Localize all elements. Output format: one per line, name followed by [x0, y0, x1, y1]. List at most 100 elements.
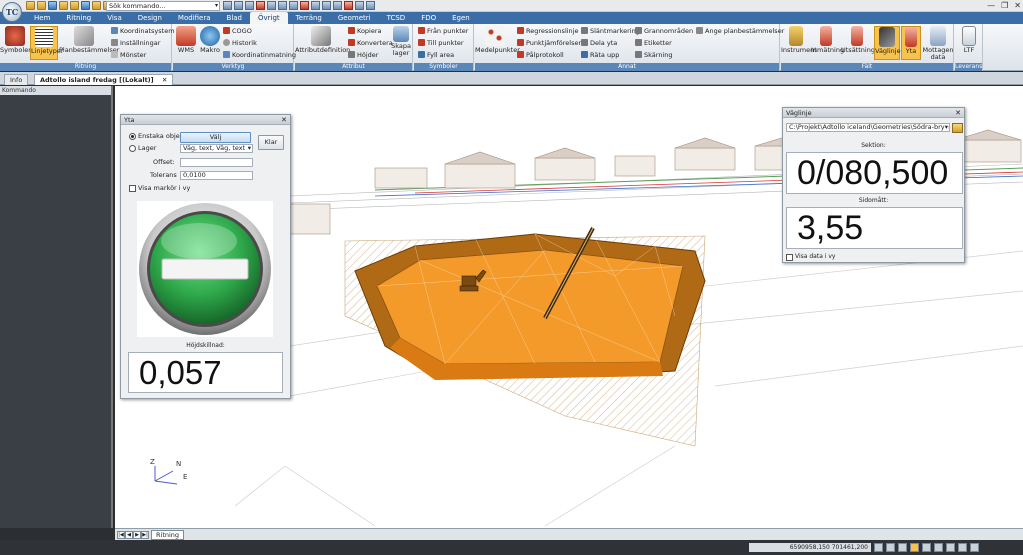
attributdefinition-button[interactable]: Attributdefinition [295, 26, 350, 54]
mottagen-data-button[interactable]: Mottagen data [922, 26, 954, 61]
hojder-button[interactable]: Höjder [348, 51, 378, 59]
settings-icon[interactable] [958, 543, 967, 552]
yta-button[interactable]: Yta [901, 26, 921, 60]
open-icon[interactable] [37, 1, 46, 10]
tab-egen[interactable]: Egen [444, 12, 478, 24]
tab-terrang[interactable]: Terräng [288, 12, 330, 24]
prev-sheet-button[interactable]: ◀ [125, 531, 133, 539]
instrument-button[interactable]: Instrument [781, 26, 817, 54]
redo-icon[interactable] [92, 1, 101, 10]
tab-hem[interactable]: Hem [26, 12, 58, 24]
valj-button[interactable]: Välj [180, 132, 251, 143]
konvertera-button[interactable]: Konvertera [348, 39, 393, 47]
new-icon[interactable] [26, 1, 35, 10]
tab-blad[interactable]: Blad [219, 12, 250, 24]
tool-icon[interactable] [300, 1, 309, 10]
skapa-lager-button[interactable]: Skapa lager [390, 26, 412, 57]
close-panel-icon[interactable]: ✕ [955, 108, 961, 118]
tab-design[interactable]: Design [130, 12, 170, 24]
chevron-down-icon[interactable]: ▾ [215, 2, 218, 10]
ortho-icon[interactable] [898, 543, 907, 552]
makro-button[interactable]: Makro [198, 26, 222, 54]
first-sheet-button[interactable]: |◀ [117, 531, 125, 539]
tool-icon[interactable] [267, 1, 276, 10]
fran-punkter-button[interactable]: Från punkter [418, 27, 468, 35]
tab-info[interactable]: Info [4, 74, 29, 85]
linjetyper-button[interactable]: Linjetyper [30, 26, 64, 60]
grid-toggle-icon[interactable] [886, 543, 895, 552]
tab-fdo[interactable]: FDO [413, 12, 444, 24]
command-search-input[interactable]: Sök kommando... ▾ [106, 1, 220, 11]
lager-select[interactable]: Väg, text, Väg, text ▾ [180, 144, 253, 153]
koordinatsystem-button[interactable]: Koordinatsystem [111, 27, 175, 35]
offset-input[interactable] [180, 158, 253, 167]
historik-button[interactable]: Historik [223, 39, 257, 47]
utsattning-button[interactable]: Utsättning [841, 26, 875, 54]
enstaka-objekt-radio[interactable] [129, 133, 136, 140]
tab-active-drawing[interactable]: Adtollo island fredag [(Lokalt)] ✕ [34, 74, 174, 85]
medelpunkter-button[interactable]: Medelpunkter [475, 26, 520, 54]
grannomraden-button[interactable]: Grannområden [635, 27, 693, 35]
tool-icon[interactable] [289, 1, 298, 10]
undo-icon[interactable] [81, 1, 90, 10]
ange-planbestammelser-button[interactable]: Ange planbestämmelser [696, 27, 784, 35]
tab-geometri[interactable]: Geometri [330, 12, 379, 24]
tool-icon[interactable] [344, 1, 353, 10]
save-icon[interactable] [48, 1, 57, 10]
ltf-button[interactable]: LTF [955, 26, 983, 54]
rata-upp-button[interactable]: Räta upp [581, 51, 619, 59]
save-as-icon[interactable] [59, 1, 68, 10]
till-punkter-button[interactable]: Till punkter [418, 39, 464, 47]
tab-ovrigt[interactable]: Övrigt [250, 12, 288, 24]
tool-icon[interactable] [223, 1, 232, 10]
monster-button[interactable]: Mönster [111, 51, 146, 59]
tool-icon[interactable] [256, 1, 265, 10]
inmatning-button[interactable]: Inmätning [811, 26, 844, 54]
koordinatinmatning-button[interactable]: Koordinatinmatning [223, 51, 296, 59]
folder-icon[interactable] [952, 123, 963, 133]
print-icon[interactable] [70, 1, 79, 10]
tool-icon[interactable] [333, 1, 342, 10]
tab-modifiera[interactable]: Modifiera [170, 12, 219, 24]
display-icon[interactable] [946, 543, 955, 552]
tool-icon[interactable] [234, 1, 243, 10]
polar-icon[interactable] [922, 543, 931, 552]
klar-button[interactable]: Klar [258, 135, 284, 150]
tool-icon[interactable] [322, 1, 331, 10]
track-icon[interactable] [934, 543, 943, 552]
alignment-path-select[interactable]: C:\Projekt\Adtollo iceland\Geometries\Sö… [786, 123, 950, 132]
tab-visa[interactable]: Visa [99, 12, 130, 24]
tab-tcsd[interactable]: TCSD [379, 12, 414, 24]
dela-yta-button[interactable]: Dela yta [581, 39, 617, 47]
visa-markor-checkbox[interactable] [129, 185, 136, 192]
slantmarkering-button[interactable]: Släntmarkering [581, 27, 640, 35]
tool-icon[interactable] [278, 1, 287, 10]
tool-icon[interactable] [245, 1, 254, 10]
wms-button[interactable]: WMS [173, 26, 199, 54]
last-sheet-button[interactable]: ▶| [141, 531, 149, 539]
snap-icon[interactable] [874, 543, 883, 552]
visa-data-checkbox[interactable] [786, 254, 793, 261]
next-sheet-button[interactable]: ▶ [133, 531, 141, 539]
lager-radio[interactable] [129, 145, 136, 152]
tool-icon[interactable] [311, 1, 320, 10]
palprotokoll-button[interactable]: Pålprotokoll [517, 51, 564, 59]
vaglinje-button[interactable]: Väglinje [874, 26, 901, 60]
symboler-button[interactable]: Symboler [0, 26, 31, 54]
etiketter-button[interactable]: Etiketter [635, 39, 672, 47]
tolerans-input[interactable]: 0,0100 [180, 171, 253, 180]
kopiera-button[interactable]: Kopiera [348, 27, 382, 35]
planbestammelser-button[interactable]: Planbestämmelser [59, 26, 119, 54]
layout-icon[interactable] [970, 543, 979, 552]
tool-icon[interactable] [355, 1, 364, 10]
maximize-button[interactable]: ❐ [1001, 0, 1008, 11]
skarning-button[interactable]: Skärning [635, 51, 673, 59]
tool-icon[interactable] [366, 1, 375, 10]
close-button[interactable]: ✕ [1014, 0, 1021, 11]
cogo-button[interactable]: COGO [223, 27, 252, 35]
punktjamforelser-button[interactable]: Punktjämförelser [517, 39, 581, 47]
fyll-area-button[interactable]: Fyll area [418, 51, 454, 59]
app-logo[interactable]: TC [2, 2, 22, 22]
tab-ritning[interactable]: Ritning [58, 12, 99, 24]
close-tab-icon[interactable]: ✕ [162, 76, 167, 84]
